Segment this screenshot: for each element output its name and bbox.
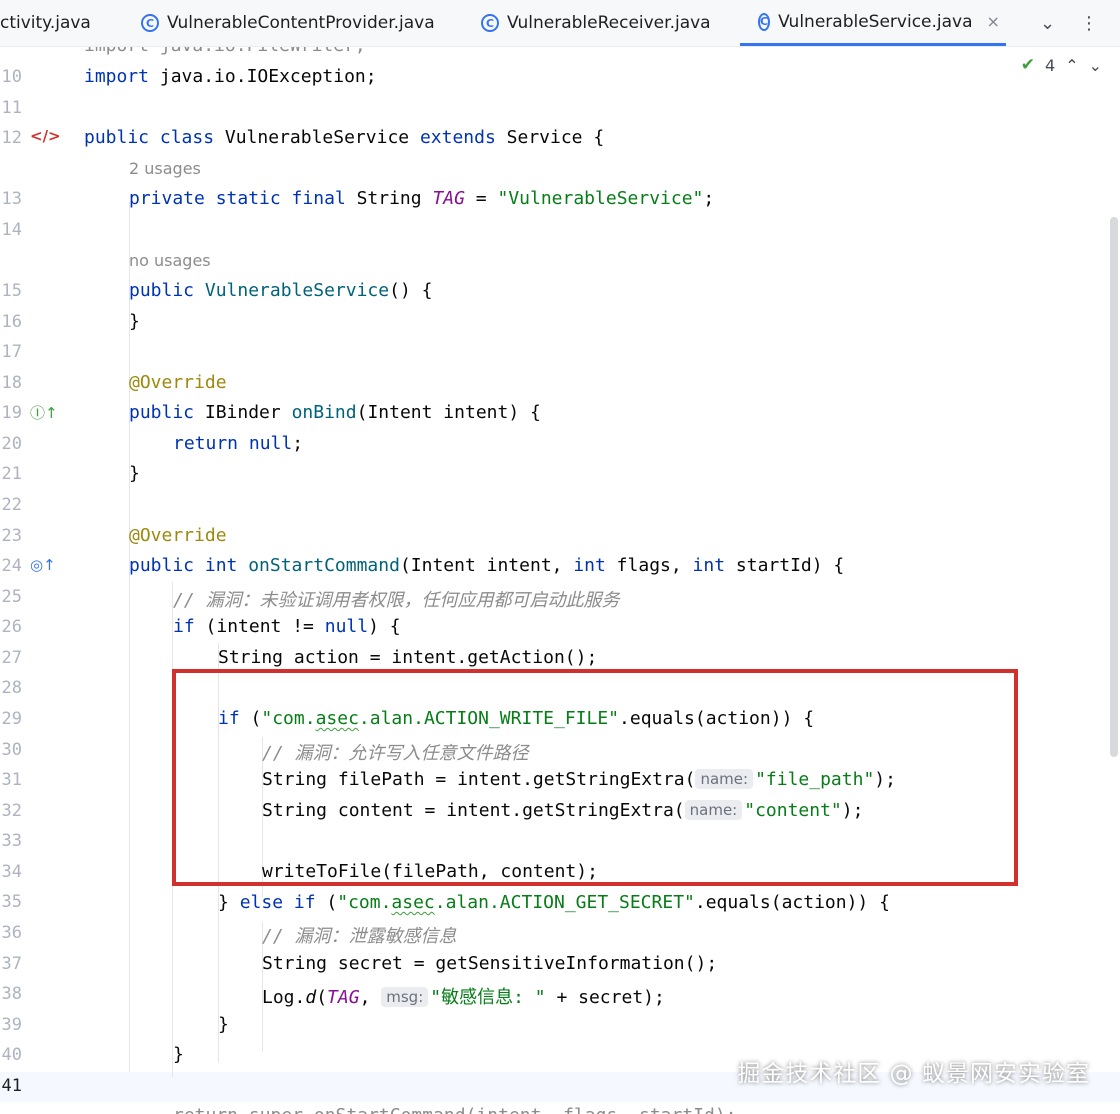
line-number: 23 [1,526,22,546]
editor-tab-bar: ctivity.java C VulnerableContentProvider… [0,0,1120,47]
implements-method-icon[interactable]: Ⓘ↑ [30,402,58,423]
line-number: 13 [1,189,22,209]
line-number: 31 [1,770,22,790]
class-icon: C [481,14,499,32]
line-number: 38 [1,984,22,1004]
tab-label: VulnerableReceiver.java [507,13,711,33]
line-number: 18 [1,373,22,393]
close-icon[interactable]: × [987,12,1000,31]
parameter-hint: msg: [381,987,429,1007]
code-line-40: } [173,1044,184,1065]
tab-vulnerable-service[interactable]: C VulnerableService.java × [740,0,1006,46]
code-line-19: public IBinder onBind(Intent intent) { [129,402,541,423]
code-line-10: import java.io.IOException; [84,66,377,87]
overrides-method-icon[interactable]: ◎↑ [30,556,56,574]
line-number: 28 [1,678,22,698]
code-line-35: } else if ("com.asec.alan.ACTION_GET_SEC… [218,892,890,913]
line-number: 27 [1,648,22,668]
line-number: 12 [1,128,22,148]
tab-vulnerable-content-provider[interactable]: C VulnerableContentProvider.java [141,0,435,46]
line-number: 33 [1,831,22,851]
indent-guide [129,202,130,1072]
code-editor[interactable]: ✔ 4 ⌃ ⌄ 10 11 12 13 14 15 16 17 18 19 20… [0,47,1120,1114]
highlight-annotation-box [172,669,1018,886]
line-number: 20 [1,434,22,454]
code-line-38: Log.d(TAG, msg: "敏感信息: " + secret); [262,987,665,1008]
line-number: 17 [1,342,22,362]
tab-activity-java[interactable]: ctivity.java [0,0,91,46]
line-number: 36 [1,923,22,943]
line-number: 30 [1,740,22,760]
code-line-18: @Override [129,372,227,393]
line-number: 37 [1,954,22,974]
code-line-24: public int onStartCommand(Intent intent,… [129,555,845,576]
line-number: 16 [1,312,22,332]
code-line-20: return null; [173,433,304,454]
code-line-15: public VulnerableService() { [129,280,433,301]
inspection-count: 4 [1045,55,1056,75]
code-line-25: // 漏洞：未验证调用者权限，任何应用都可启动此服务 [173,590,620,611]
tab-label: VulnerableContentProvider.java [167,13,435,33]
line-number: 40 [1,1045,22,1065]
code-line-37: String secret = getSensitiveInformation(… [262,953,718,974]
code-line-42: return super.onStartCommand(intent, flag… [173,1105,737,1114]
line-number: 14 [1,220,22,240]
line-number: 41 [1,1076,22,1096]
code-line-13: private static final String TAG = "Vulne… [129,188,715,209]
code-line-21: } [129,463,140,484]
line-number: 10 [1,67,22,87]
code-line-26: if (intent != null) { [173,616,401,637]
line-number: 21 [1,464,22,484]
previous-highlight-icon[interactable]: ⌃ [1065,56,1078,75]
code-line-27: String action = intent.getAction(); [218,647,598,668]
more-options-icon[interactable]: ⋮ [1080,0,1098,46]
line-number: 26 [1,617,22,637]
usages-hint[interactable]: no usages [129,251,211,270]
line-number: 11 [1,98,22,118]
inspection-widget[interactable]: ✔ 4 ⌃ ⌄ [1021,55,1102,75]
line-number: 29 [1,709,22,729]
code-line-16: } [129,311,140,332]
line-number: 25 [1,587,22,607]
code-line-12: public class VulnerableService extends S… [84,127,605,148]
line-number: 19 [1,403,22,423]
usages-hint[interactable]: 2 usages [129,159,201,178]
code-line-36: // 漏洞：泄露敏感信息 [262,926,457,947]
tab-label: ctivity.java [0,13,91,33]
vertical-scrollbar[interactable] [1110,217,1118,757]
line-number: 32 [1,801,22,821]
check-icon: ✔ [1020,55,1035,75]
line-number: 39 [1,1015,22,1035]
line-number: 35 [1,892,22,912]
line-number: 22 [1,495,22,515]
code-line-9: import java.io.FileWriter; [84,47,366,56]
class-icon: C [141,14,159,32]
line-number: 15 [1,281,22,301]
class-icon: C [758,12,771,31]
tab-list-dropdown-icon[interactable]: ⌄ [1040,0,1055,46]
line-number: 24 [1,556,22,576]
code-line-39: } [218,1014,229,1035]
html-tag-icon[interactable]: </> [30,127,61,145]
tab-label: VulnerableService.java [778,11,973,32]
code-line-23: @Override [129,525,227,546]
line-number: 34 [1,862,22,882]
next-highlight-icon[interactable]: ⌄ [1089,56,1102,75]
tab-vulnerable-receiver[interactable]: C VulnerableReceiver.java [481,0,711,46]
watermark: 掘金技术社区 @ 蚁景网安实验室 [737,1061,1090,1087]
